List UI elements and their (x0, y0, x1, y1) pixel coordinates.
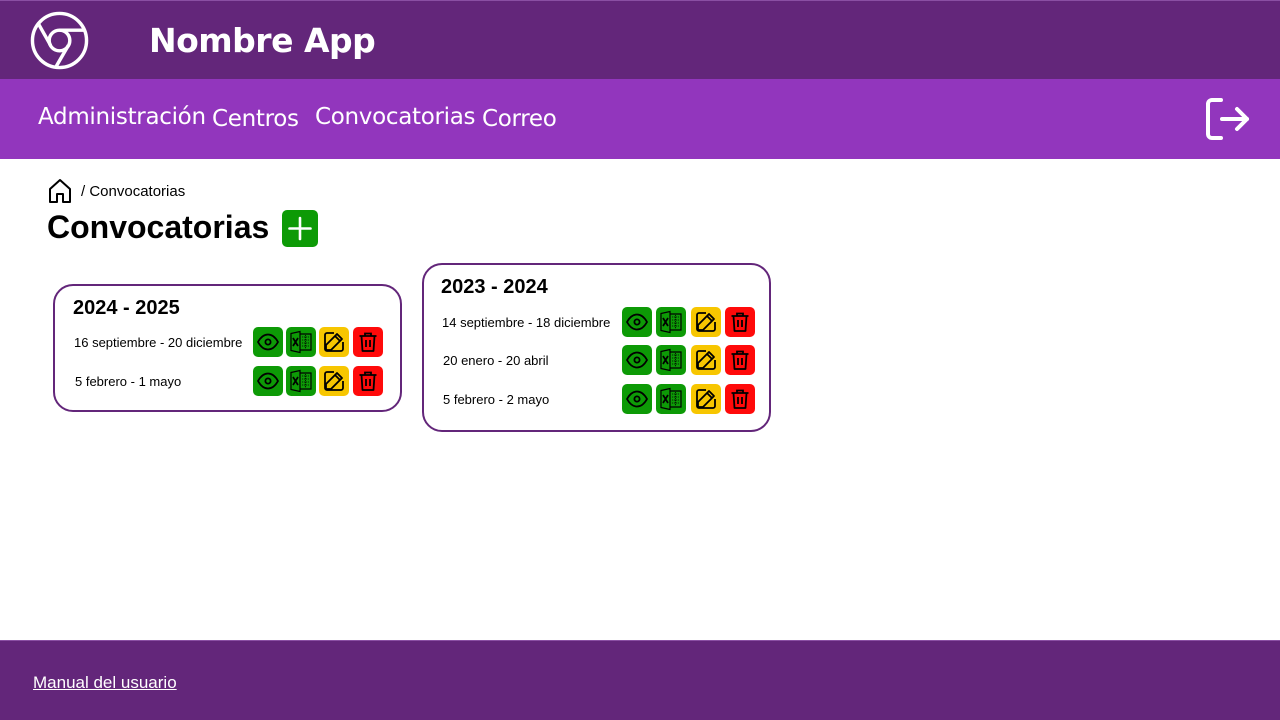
period-label: 20 enero - 20 abril (443, 353, 549, 368)
plus-icon (288, 216, 312, 241)
main-nav: Administración Centros Convocatorias Cor… (0, 79, 1280, 159)
excel-icon (660, 387, 682, 411)
delete-button[interactable] (725, 384, 755, 414)
excel-icon (290, 330, 312, 354)
eye-icon (625, 351, 649, 369)
edit-icon (696, 389, 716, 409)
delete-button[interactable] (353, 327, 383, 357)
add-convocatoria-button[interactable] (282, 210, 318, 247)
excel-icon (660, 348, 682, 372)
export-excel-button[interactable] (656, 345, 686, 375)
trash-icon (359, 371, 377, 391)
breadcrumb-current: / Convocatorias (81, 182, 186, 200)
chrome-logo-icon[interactable] (30, 11, 89, 70)
breadcrumb: / Convocatorias (47, 177, 185, 205)
nav-item-correo[interactable]: Correo (482, 106, 557, 132)
edit-icon (696, 350, 716, 370)
edit-icon (324, 371, 344, 391)
view-button[interactable] (253, 366, 283, 396)
card-title: 2023 - 2024 (441, 276, 548, 298)
view-button[interactable] (622, 384, 652, 414)
edit-icon (696, 312, 716, 332)
period-label: 5 febrero - 2 mayo (443, 392, 550, 407)
convocatoria-card: 2024 - 2025 16 septiembre - 20 diciembre… (53, 284, 402, 412)
period-label: 14 septiembre - 18 diciembre (442, 315, 611, 330)
delete-button[interactable] (353, 366, 383, 396)
view-button[interactable] (253, 327, 283, 357)
period-label: 16 septiembre - 20 diciembre (74, 335, 243, 350)
edit-button[interactable] (691, 307, 721, 337)
edit-button[interactable] (319, 366, 349, 396)
eye-icon (625, 313, 649, 331)
edit-button[interactable] (319, 327, 349, 357)
nav-item-convocatorias[interactable]: Convocatorias (315, 104, 476, 130)
view-button[interactable] (622, 345, 652, 375)
page-title: Convocatorias (47, 209, 270, 245)
trash-icon (731, 389, 749, 409)
convocatoria-card: 2023 - 2024 14 septiembre - 18 diciembre… (422, 263, 771, 432)
eye-icon (625, 390, 649, 408)
excel-icon (290, 369, 312, 393)
edit-icon (324, 332, 344, 352)
excel-icon (660, 310, 682, 334)
edit-button[interactable] (691, 384, 721, 414)
edit-button[interactable] (691, 345, 721, 375)
card-title: 2024 - 2025 (73, 297, 180, 319)
export-excel-button[interactable] (656, 307, 686, 337)
period-label: 5 febrero - 1 mayo (75, 374, 182, 389)
export-excel-button[interactable] (286, 366, 316, 396)
app-title: Nombre App (149, 21, 376, 60)
export-excel-button[interactable] (656, 384, 686, 414)
trash-icon (731, 350, 749, 370)
eye-icon (256, 333, 280, 351)
logout-icon[interactable] (1205, 97, 1251, 141)
delete-button[interactable] (725, 307, 755, 337)
app-header: Nombre App (0, 0, 1280, 79)
home-icon[interactable] (47, 178, 73, 204)
nav-item-administracion[interactable]: Administración (38, 104, 206, 130)
footer: Manual del usuario (0, 640, 1280, 720)
delete-button[interactable] (725, 345, 755, 375)
eye-icon (256, 372, 280, 390)
trash-icon (359, 332, 377, 352)
view-button[interactable] (622, 307, 652, 337)
trash-icon (731, 312, 749, 332)
nav-item-centros[interactable]: Centros (212, 106, 299, 132)
user-manual-link[interactable]: Manual del usuario (33, 673, 177, 693)
export-excel-button[interactable] (286, 327, 316, 357)
